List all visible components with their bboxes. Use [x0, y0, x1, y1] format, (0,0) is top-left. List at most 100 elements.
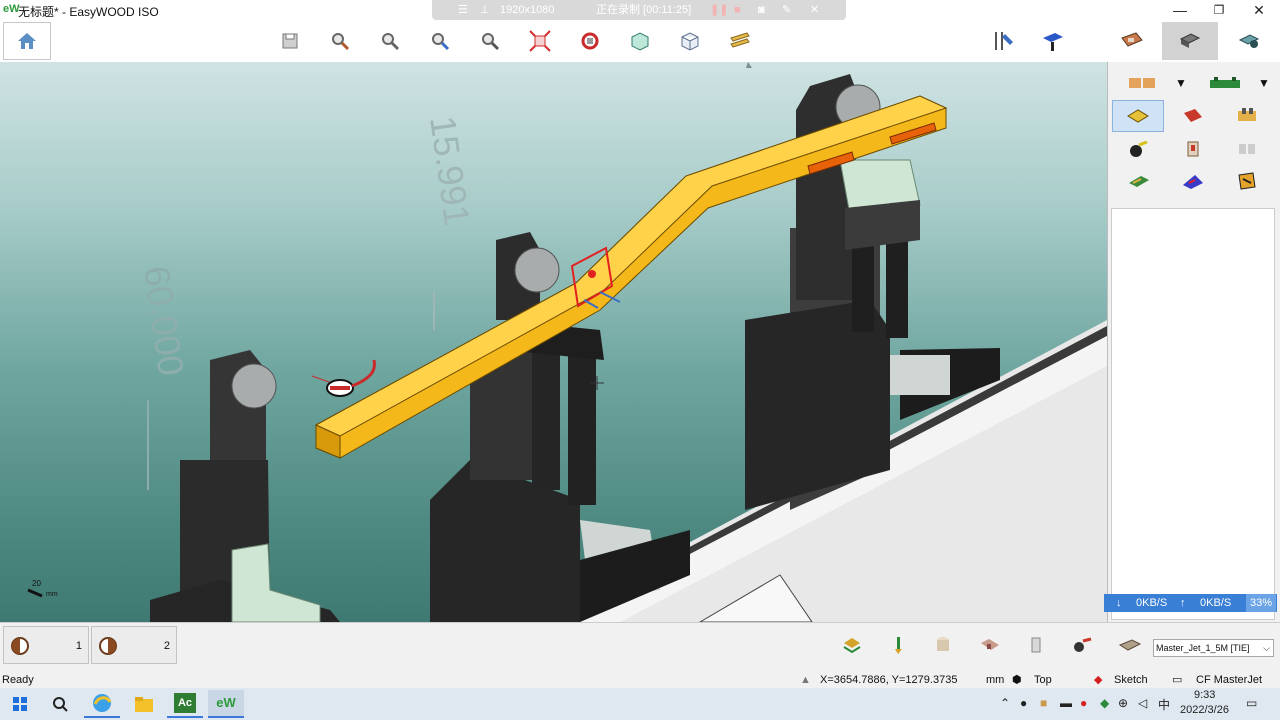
file-explorer-icon: [135, 697, 153, 712]
solid-view-button[interactable]: [623, 24, 657, 58]
main-toolbar: [0, 20, 1280, 62]
network-icon[interactable]: ⊕: [1118, 696, 1128, 710]
machine-icon: [1043, 33, 1063, 51]
clamp-front: [150, 350, 340, 622]
beam-icon: [1210, 77, 1240, 88]
start-button[interactable]: [2, 690, 38, 718]
save-button[interactable]: [273, 24, 307, 58]
taskbar-explorer[interactable]: [126, 690, 162, 718]
operation-groove[interactable]: [1124, 168, 1154, 194]
bottom-tool-4[interactable]: [976, 631, 1004, 659]
battery-icon[interactable]: ▬: [1060, 696, 1072, 710]
network-percent: 33%: [1246, 594, 1276, 612]
section-button[interactable]: [723, 24, 757, 58]
board-icon: [1129, 78, 1155, 88]
operation-marking[interactable]: [1232, 168, 1262, 194]
minimize-button[interactable]: —: [1160, 0, 1200, 20]
operation-mortise[interactable]: [1232, 136, 1262, 162]
operation-saw[interactable]: [1124, 136, 1154, 162]
zoom-window-button[interactable]: [423, 24, 457, 58]
clamp-middle: [430, 232, 690, 622]
fit-view-button[interactable]: [523, 24, 557, 58]
clock-date[interactable]: 2022/3/26: [1180, 704, 1229, 716]
window-title: 无标题* - EasyWOOD ISO: [18, 5, 159, 19]
bottom-tool-7[interactable]: [1116, 631, 1144, 659]
operation-profile[interactable]: [1178, 168, 1208, 194]
bottom-tool-1[interactable]: [838, 631, 866, 659]
camera-icon[interactable]: ◙: [758, 0, 765, 20]
operation-pocket[interactable]: [1232, 102, 1262, 128]
clock-time[interactable]: 9:33: [1194, 689, 1215, 701]
bottom-tool-5[interactable]: [1022, 631, 1050, 659]
wireframe-view-button[interactable]: [673, 24, 707, 58]
simulate-icon: [1238, 34, 1260, 48]
3d-viewport[interactable]: 15.991 60.000 20 mm: [0, 62, 1107, 622]
volume-icon[interactable]: ◁: [1138, 696, 1147, 710]
mortise-op-icon: [1239, 144, 1255, 154]
cylinder-icon: [937, 637, 949, 651]
save-icon: [282, 33, 298, 49]
operation-cut[interactable]: [1178, 102, 1208, 128]
taskbar-browser[interactable]: [84, 690, 120, 718]
close-button[interactable]: ✕: [1239, 0, 1279, 20]
pen-icon[interactable]: ✎: [782, 0, 791, 20]
tray-expand-icon[interactable]: ⌃: [1000, 696, 1010, 710]
ime-indicator[interactable]: 中: [1158, 696, 1170, 713]
stop-icon[interactable]: ■: [734, 0, 741, 20]
upload-arrow-icon: ↑: [1180, 597, 1186, 609]
security-icon[interactable]: ◆: [1100, 696, 1109, 710]
origin-marker-icon: [311, 359, 376, 397]
rotate-view-button[interactable]: [573, 24, 607, 58]
taskbar-search[interactable]: [42, 690, 78, 718]
library-button[interactable]: [1115, 24, 1149, 58]
properties-panel: [1111, 208, 1275, 620]
view-slot-2[interactable]: 2: [91, 626, 177, 664]
taskbar-easywood[interactable]: eW: [208, 690, 244, 718]
chevron-down-icon: ▼: [1258, 76, 1270, 90]
unit-label: mm: [986, 674, 1005, 686]
maximize-button[interactable]: ❐: [1199, 0, 1239, 20]
close-recorder-icon[interactable]: ✕: [810, 0, 819, 20]
profile-op-icon: [1183, 175, 1203, 189]
zoom-previous-button[interactable]: [473, 24, 507, 58]
pause-icon[interactable]: ❚❚: [710, 0, 728, 20]
simulate-button[interactable]: [1232, 24, 1266, 58]
zoom-in-button[interactable]: [323, 24, 357, 58]
dropdown-2[interactable]: ▼: [1253, 70, 1275, 96]
view-slot-1[interactable]: 1: [3, 626, 89, 664]
sketch-icon: ◆: [1094, 674, 1103, 686]
autocad-icon: Ac: [174, 693, 196, 713]
tools-button[interactable]: [986, 24, 1020, 58]
library-icon: [1121, 32, 1143, 47]
record-icon[interactable]: ●: [1080, 696, 1087, 710]
panel-icon-2[interactable]: [1207, 70, 1243, 96]
menu-icon[interactable]: ☰: [458, 0, 468, 20]
microphone-icon[interactable]: ●: [1020, 696, 1027, 710]
machine-button[interactable]: [1036, 24, 1070, 58]
bottom-tool-6[interactable]: [1068, 631, 1096, 659]
drill-op-icon: [1127, 109, 1149, 123]
panel-icon-1[interactable]: [1127, 70, 1157, 96]
operation-drill[interactable]: [1112, 100, 1164, 132]
dropdown-1[interactable]: ▼: [1170, 70, 1192, 96]
bottom-toolbar: 1 2 Master_Jet_1_5M [TIE] ⌵: [0, 622, 1280, 672]
notification-icon[interactable]: ▭: [1246, 696, 1257, 710]
groove-op-icon: [1129, 176, 1149, 187]
clamp-icon: [1074, 637, 1092, 652]
tray-app-icon[interactable]: ■: [1040, 696, 1047, 710]
bottom-tool-2[interactable]: [884, 631, 912, 659]
section-icon: [730, 32, 750, 48]
setup-button[interactable]: [1162, 22, 1218, 60]
zoom-out-button[interactable]: [373, 24, 407, 58]
operation-tenon[interactable]: [1178, 136, 1208, 162]
half-circle-icon: [11, 637, 29, 655]
cursor-coordinates: X=3654.7886, Y=1279.3735: [820, 674, 958, 686]
tenon-op-icon: [1187, 141, 1199, 157]
pin-icon[interactable]: ⊥: [480, 0, 490, 20]
taskbar-autocad[interactable]: Ac: [167, 690, 203, 718]
bottom-tool-3[interactable]: [929, 631, 957, 659]
home-button[interactable]: [3, 22, 51, 60]
machine-select[interactable]: Master_Jet_1_5M [TIE] ⌵: [1153, 639, 1274, 657]
status-bar: Ready ▲ X=3654.7886, Y=1279.3735 mm ⬢ To…: [0, 672, 1280, 688]
recorder-status: 正在录制 [00:11:25]: [596, 4, 692, 16]
